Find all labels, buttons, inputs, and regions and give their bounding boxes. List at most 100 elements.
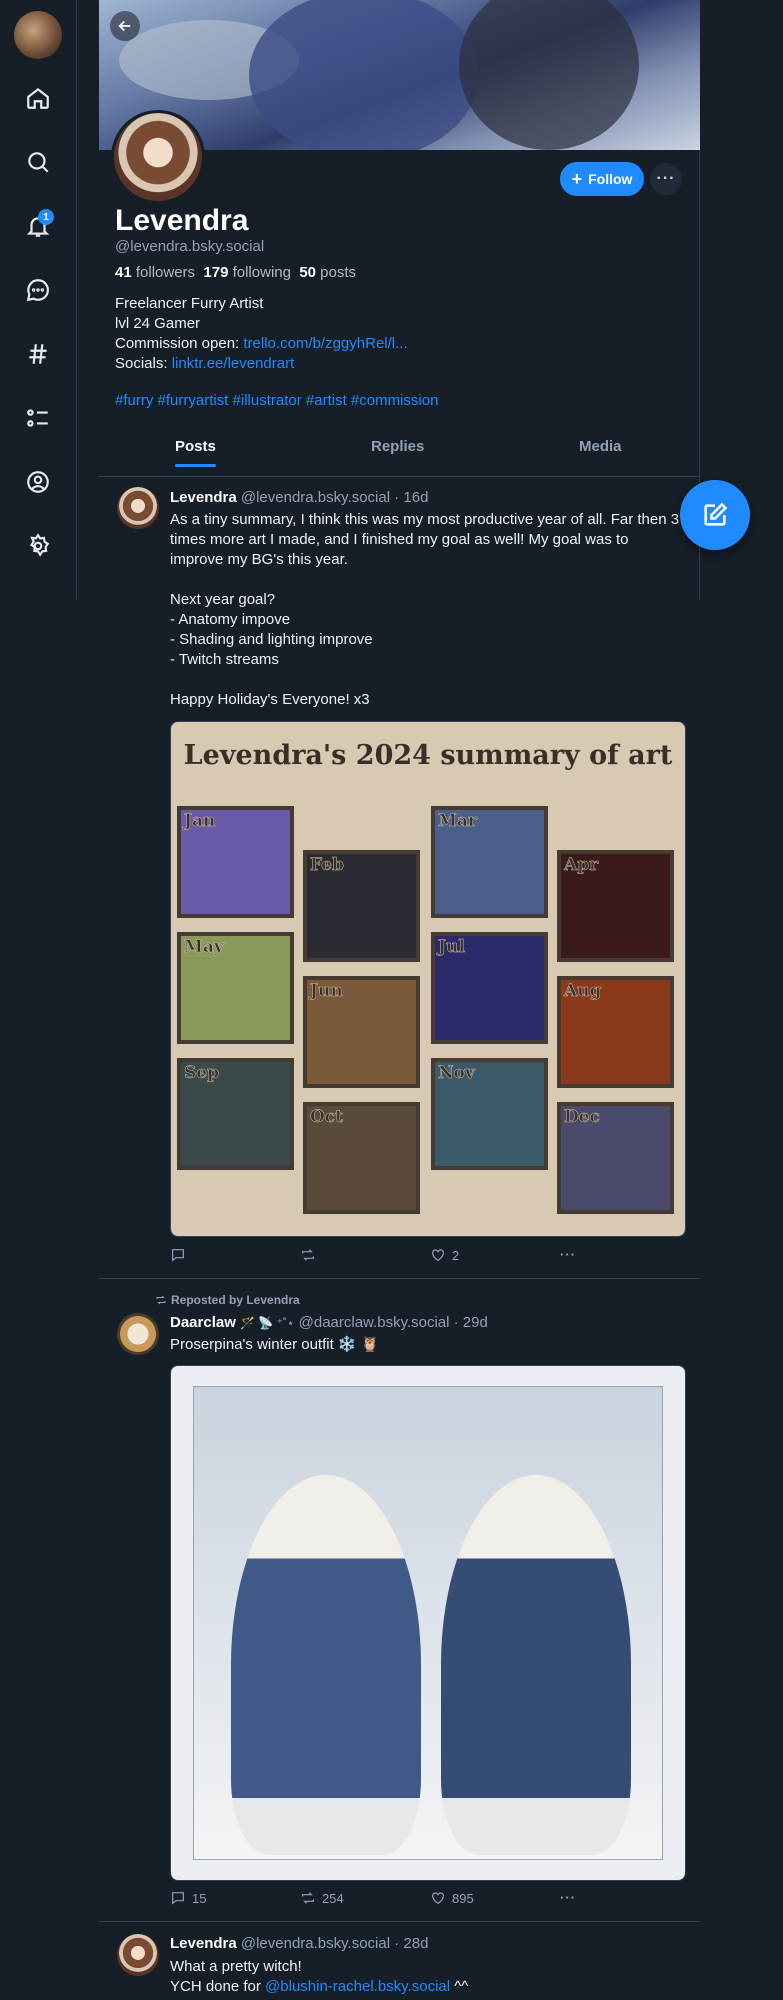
post-actions: 15 254 895 ···	[170, 1890, 590, 1910]
left-nav-rail: 1	[0, 0, 77, 600]
reply-icon	[172, 1892, 184, 1905]
bio-line: Freelancer Furry Artist	[115, 295, 264, 312]
post-handle[interactable]: @levendra.bsky.social	[241, 1935, 390, 1952]
month-tile-mar: Mar	[431, 806, 548, 918]
heart-icon	[432, 1892, 444, 1905]
posts-count: 50 posts	[299, 264, 357, 281]
plus-icon: +	[571, 169, 583, 189]
search-icon[interactable]	[22, 146, 54, 178]
compose-pencil-icon	[704, 502, 728, 526]
month-tile-apr: Apr	[557, 850, 674, 962]
month-tile-aug: Aug	[557, 976, 674, 1088]
follow-label: Follow	[588, 171, 633, 187]
like-count: 2	[452, 1247, 460, 1263]
settings-gear-icon[interactable]	[22, 530, 54, 562]
compose-post-button[interactable]	[680, 480, 750, 550]
image-title: Levendra's 2024 summary of art	[183, 740, 673, 771]
month-tile-jan: Jan	[177, 806, 294, 918]
post-actions: 2 ···	[170, 1247, 590, 1267]
profile-avatar[interactable]	[111, 110, 205, 204]
month-tile-may: May	[177, 932, 294, 1044]
post-header: Daarclaw 🪄 📡 ⁺˚⋆ @daarclaw.bsky.social ·…	[170, 1314, 488, 1331]
month-tile-jun: Jun	[303, 976, 420, 1088]
month-tile-feb: Feb	[303, 850, 420, 962]
post-author-avatar[interactable]	[117, 487, 159, 529]
post-author[interactable]: Daarclaw	[170, 1314, 236, 1331]
post-author-avatar[interactable]	[117, 1313, 159, 1355]
month-tile-nov: Nov	[431, 1058, 548, 1170]
chat-icon[interactable]	[22, 274, 54, 306]
reposted-by[interactable]: Reposted by Levendra	[155, 1293, 300, 1307]
commission-link[interactable]: trello.com/b/zggyhRel/l...	[243, 335, 407, 352]
month-tile-jul: Jul	[431, 932, 548, 1044]
ellipsis-icon: ···	[656, 170, 676, 187]
post-text: Proserpina's winter outfit ❄️ 🦉	[170, 1336, 380, 1353]
ellipsis-icon: ···	[560, 1247, 576, 1262]
post-text: As a tiny summary, I think this was my m…	[170, 511, 680, 708]
author-emoji: 🪄 📡 ⁺˚⋆	[240, 1316, 295, 1330]
socials-link[interactable]: linktr.ee/levendrart	[172, 355, 295, 372]
ellipsis-icon: ···	[560, 1890, 576, 1905]
bio-line: Socials: linktr.ee/levendrart	[115, 355, 295, 372]
profile-name: Levendra	[115, 204, 249, 237]
month-tile-oct: Oct	[303, 1102, 420, 1214]
reply-button[interactable]: 15	[170, 1890, 206, 1906]
repost-icon	[302, 1892, 314, 1904]
arrow-left-icon	[118, 20, 131, 32]
bio-line: Commission open: trello.com/b/zggyhRel/l…	[115, 335, 408, 352]
like-button[interactable]: 2	[430, 1247, 459, 1263]
mention-link[interactable]: @blushin-rachel.bsky.social	[265, 1978, 450, 1995]
profile-bio: Freelancer Furry Artist lvl 24 Gamer Com…	[115, 294, 408, 374]
feeds-hashtag-icon[interactable]	[22, 338, 54, 370]
repost-button[interactable]	[300, 1247, 322, 1263]
post-header: Levendra @levendra.bsky.social · 28d	[170, 1935, 428, 1952]
art-summary-image: Levendra's 2024 summary of art Jan May Sep…	[171, 722, 685, 1236]
like-button[interactable]: 895	[430, 1890, 474, 1906]
post-time[interactable]: · 29d	[454, 1314, 488, 1331]
post-author[interactable]: Levendra	[170, 1935, 237, 1952]
back-button[interactable]	[110, 11, 140, 41]
repost-icon	[156, 1295, 166, 1305]
post-author-avatar[interactable]	[117, 1934, 159, 1976]
month-tile-dec: Dec	[557, 1102, 674, 1214]
like-count: 895	[452, 1890, 474, 1906]
profile-icon[interactable]	[22, 466, 54, 498]
owl-artwork-image	[171, 1366, 685, 1880]
month-tile-sep: Sep	[177, 1058, 294, 1170]
tab-media[interactable]: Media	[579, 438, 622, 467]
post-image[interactable]: Levendra's 2024 summary of art Jan May Sep…	[170, 721, 686, 1237]
divider	[99, 1278, 700, 1279]
post-author[interactable]: Levendra	[170, 489, 237, 506]
post-time[interactable]: · 28d	[394, 1935, 428, 1952]
home-icon[interactable]	[22, 82, 54, 114]
post-handle[interactable]: @levendra.bsky.social	[241, 489, 390, 506]
post-more-button[interactable]: ···	[560, 1247, 576, 1262]
notification-badge: 1	[38, 209, 54, 225]
post-text: What a pretty witch! YCH done for @blushi…	[170, 1958, 469, 1995]
post-time[interactable]: · 16d	[394, 489, 428, 506]
bio-line: lvl 24 Gamer	[115, 315, 201, 332]
more-options-button[interactable]: ···	[650, 163, 682, 195]
reply-icon	[172, 1249, 184, 1262]
post-more-button[interactable]: ···	[560, 1890, 576, 1905]
tab-posts[interactable]: Posts	[175, 438, 216, 467]
reply-button[interactable]	[170, 1247, 192, 1263]
lists-icon[interactable]	[22, 402, 54, 434]
notifications-bell-icon[interactable]: 1	[22, 209, 54, 242]
follow-button[interactable]: + Follow	[560, 162, 644, 196]
my-avatar[interactable]	[14, 11, 62, 59]
tab-replies[interactable]: Replies	[371, 438, 424, 467]
reply-count: 15	[192, 1890, 207, 1906]
post-header: Levendra @levendra.bsky.social · 16d	[170, 489, 428, 506]
profile-stats: 41 followers 179 following 50 posts	[115, 264, 356, 281]
post-handle[interactable]: @daarclaw.bsky.social	[299, 1314, 450, 1331]
profile-hashtags[interactable]: #furry #furryartist #illustrator #artist…	[115, 392, 438, 409]
following-link[interactable]: 179 following	[203, 264, 291, 281]
repost-button[interactable]: 254	[300, 1890, 344, 1906]
profile-handle: @levendra.bsky.social	[115, 238, 265, 255]
repost-count: 254	[322, 1890, 344, 1906]
post-image[interactable]	[170, 1365, 686, 1881]
followers-link[interactable]: 41 followers	[115, 264, 195, 281]
repost-icon	[302, 1249, 314, 1261]
profile-tabs: Posts Replies Media	[99, 438, 700, 477]
